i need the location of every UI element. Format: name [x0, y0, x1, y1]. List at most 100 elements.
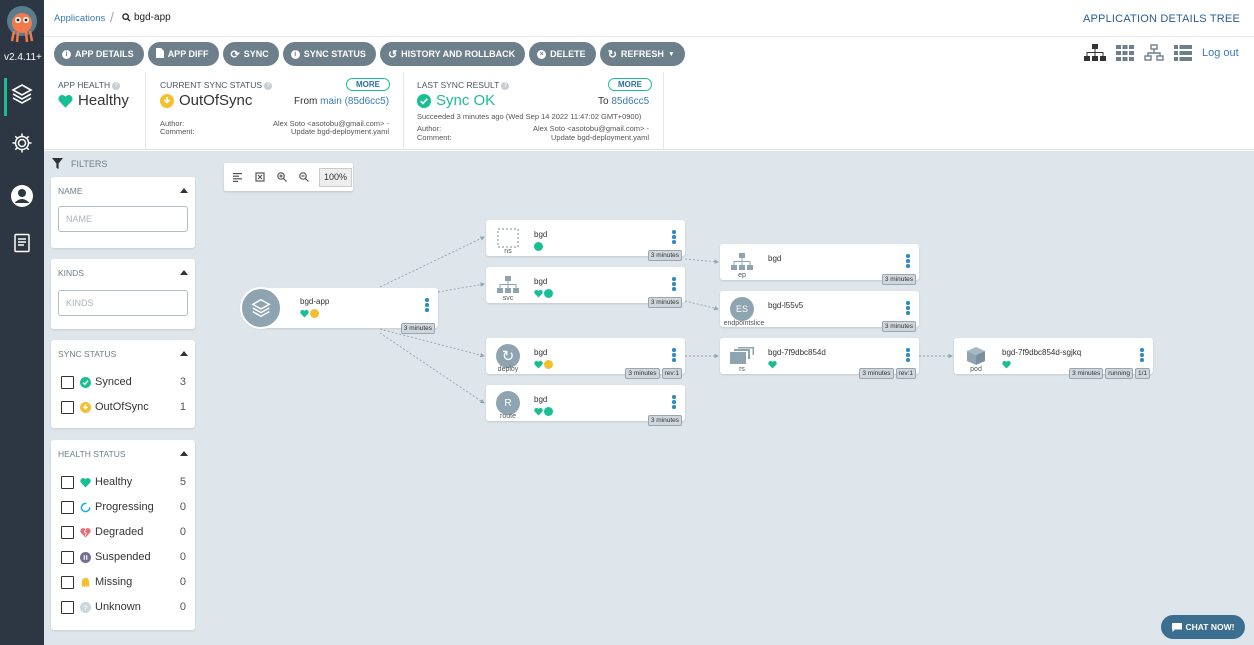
- deploy-node[interactable]: ↻ deploy bgd 3 minutes rev:1: [486, 338, 685, 379]
- synced-check-icon: [80, 376, 91, 388]
- checkbox[interactable]: [61, 500, 74, 514]
- collapse-caret-icon[interactable]: [180, 351, 188, 356]
- last-sync-revision-link[interactable]: 85d6cc5: [611, 96, 649, 107]
- filter-out-of-sync[interactable]: OutOfSync 1: [61, 400, 186, 414]
- ns-node[interactable]: ns bgd 3 minutes: [486, 220, 685, 261]
- edge-svc-ep: [684, 258, 719, 264]
- sync-revision-link[interactable]: main (85d6cc5): [320, 96, 389, 107]
- checkbox[interactable]: [61, 575, 74, 589]
- node-menu-icon[interactable]: [672, 230, 676, 245]
- pod-cube-icon: [964, 344, 988, 368]
- breadcrumb-current[interactable]: bgd-app: [122, 12, 171, 23]
- filters-title: FILTERS: [71, 158, 108, 169]
- filter-synced-count: 3: [179, 376, 186, 388]
- breadcrumb-applications-link[interactable]: Applications: [54, 13, 105, 24]
- endpointslice-node[interactable]: ES endpointslice bgd-l55v5 3 minutes: [720, 291, 919, 332]
- checkbox[interactable]: [61, 375, 74, 389]
- ep-node-name: bgd: [768, 254, 782, 263]
- active-indicator: [4, 78, 7, 116]
- sync-status-button[interactable]: i SYNC STATUS: [282, 42, 376, 66]
- last-sync-label: LAST SYNC RESULT: [417, 80, 500, 90]
- sync-comment-label: Comment:: [160, 127, 195, 136]
- filter-progressing-label: Progressing: [95, 501, 154, 513]
- node-menu-icon[interactable]: [672, 395, 676, 410]
- missing-ghost-icon: [81, 577, 90, 587]
- kinds-filter-input[interactable]: KINDS: [58, 290, 188, 316]
- filter-progressing[interactable]: Progressing 0: [61, 500, 186, 514]
- app-node-name: bgd-app: [300, 297, 330, 306]
- ep-node[interactable]: ep bgd 3 minutes: [720, 244, 919, 285]
- node-menu-icon[interactable]: [906, 254, 910, 269]
- node-menu-icon[interactable]: [1140, 348, 1144, 363]
- logout-link[interactable]: Log out: [1202, 47, 1239, 59]
- filter-out-of-sync-count: 1: [179, 401, 186, 413]
- filter-degraded[interactable]: Degraded 0: [61, 525, 186, 539]
- node-menu-icon[interactable]: [672, 277, 676, 292]
- app-health-status: Healthy: [58, 92, 129, 109]
- checkbox[interactable]: [61, 525, 74, 539]
- help-icon[interactable]: ?: [501, 81, 510, 90]
- filter-synced[interactable]: Synced 3: [61, 375, 186, 389]
- route-node[interactable]: R route bgd 3 minutes: [486, 385, 685, 426]
- health-status-filter-card: HEALTH STATUS Healthy 5 Progressing 0 De…: [51, 440, 195, 630]
- collapse-caret-icon[interactable]: [180, 188, 188, 193]
- rs-node[interactable]: rs bgd-7f9dbc854d 3 minutes rev:1: [720, 338, 919, 379]
- healthy-heart-icon: [80, 477, 91, 487]
- filter-unknown-label: Unknown: [95, 601, 141, 613]
- resource-tree-canvas[interactable]: 100% bgd-app 3 minutes ns bgd 3 minutes …: [212, 151, 1254, 645]
- app-details-button[interactable]: i APP DETAILS: [54, 42, 144, 66]
- last-sync-to-prefix: To: [598, 96, 609, 107]
- app-diff-button[interactable]: APP DIFF: [147, 42, 219, 66]
- name-filter-input[interactable]: NAME: [58, 206, 188, 232]
- svc-node-name: bgd: [534, 277, 548, 286]
- help-icon[interactable]: ?: [112, 81, 121, 90]
- grid-view-icon[interactable]: [1116, 45, 1134, 64]
- network-view-icon[interactable]: [1144, 44, 1164, 65]
- namespace-icon: [496, 226, 520, 250]
- chat-now-button[interactable]: CHAT NOW!: [1161, 615, 1245, 639]
- node-age-tag: 3 minutes: [625, 368, 660, 379]
- checkbox[interactable]: [61, 550, 74, 564]
- edge-app-ns: [379, 236, 485, 288]
- node-menu-icon[interactable]: [425, 298, 429, 313]
- info-icon: i: [62, 49, 71, 59]
- last-sync-more-button[interactable]: MORE: [608, 78, 652, 91]
- documentation-icon[interactable]: [8, 229, 36, 257]
- collapse-caret-icon[interactable]: [180, 451, 188, 456]
- checkbox[interactable]: [61, 475, 74, 489]
- checkbox[interactable]: [61, 600, 74, 614]
- pod-phase-tag: running: [1105, 368, 1133, 379]
- sync-more-button[interactable]: MORE: [346, 78, 390, 91]
- node-menu-icon[interactable]: [672, 348, 676, 363]
- svg-text:?: ?: [83, 603, 87, 612]
- tree-view-icon[interactable]: [1084, 44, 1106, 65]
- filter-healthy[interactable]: Healthy 5: [61, 475, 186, 489]
- filter-degraded-label: Degraded: [95, 526, 144, 538]
- refresh-button[interactable]: ↻ REFRESH ▼: [599, 42, 685, 66]
- app-node[interactable]: bgd-app 3 minutes: [240, 287, 438, 334]
- list-view-icon[interactable]: [1174, 45, 1192, 64]
- help-icon[interactable]: ?: [264, 81, 273, 90]
- filter-unknown[interactable]: ? Unknown 0: [61, 600, 186, 614]
- settings-gear-icon[interactable]: [8, 129, 36, 157]
- applications-icon[interactable]: [8, 80, 36, 108]
- filter-missing[interactable]: Missing 0: [61, 575, 186, 589]
- node-menu-icon[interactable]: [906, 348, 910, 363]
- healthy-heart-icon: [534, 289, 543, 298]
- argo-logo[interactable]: [6, 5, 38, 43]
- pod-node[interactable]: pod bgd-7f9dbc854d-sgjkq 3 minutes runnin…: [954, 338, 1153, 379]
- refresh-icon: ↻: [607, 48, 617, 61]
- svc-node[interactable]: svc bgd 3 minutes: [486, 267, 685, 308]
- collapse-caret-icon[interactable]: [180, 270, 188, 275]
- checkbox[interactable]: [61, 400, 74, 414]
- delete-button[interactable]: × DELETE: [529, 42, 596, 66]
- user-account-icon[interactable]: [8, 182, 36, 210]
- sync-button[interactable]: ⟳ SYNC: [222, 42, 279, 66]
- node-menu-icon[interactable]: [906, 301, 910, 316]
- healthy-heart-icon: [1002, 360, 1011, 369]
- history-rollback-button[interactable]: ↺ HISTORY AND ROLLBACK: [379, 42, 526, 66]
- filters-header: FILTERS: [52, 158, 107, 169]
- version-label: v2.4.11+: [4, 52, 42, 63]
- node-age-tag: 3 minutes: [647, 250, 682, 261]
- filter-suspended[interactable]: Suspended 0: [61, 550, 186, 564]
